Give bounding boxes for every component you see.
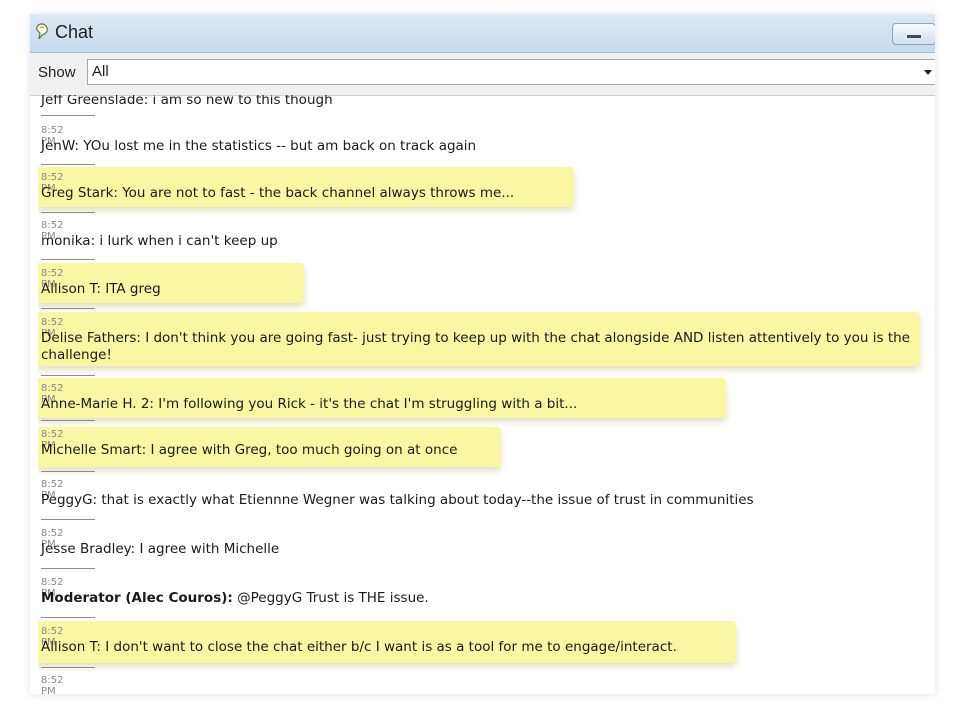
- message-separator: [41, 471, 95, 472]
- message-text: Michelle Smart: I agree with Greg, too m…: [41, 442, 458, 458]
- message-separator: [41, 420, 95, 421]
- message-separator: [41, 667, 95, 668]
- chat-bubble-icon: [36, 23, 48, 40]
- chevron-down-icon: [924, 70, 932, 75]
- minimize-button[interactable]: [892, 23, 935, 45]
- message-separator: [41, 259, 95, 260]
- message-separator: [41, 212, 95, 213]
- window-title: Chat: [55, 22, 94, 42]
- message-text: JenW: YOu lost me in the statistics -- b…: [41, 138, 477, 154]
- message-text: Jesse Bradley: I agree with Michelle: [41, 541, 280, 557]
- message-list[interactable]: Jeff Greenslade: i am so new to this tho…: [38, 95, 935, 694]
- message-text: Jeff Greenslade: i am so new to this tho…: [41, 95, 333, 108]
- message-text: Anne-Marie H. 2: I'm following you Rick …: [41, 396, 578, 412]
- message-text: Allison T: I don't want to close the cha…: [41, 639, 677, 655]
- show-filter-select[interactable]: All: [87, 59, 935, 85]
- message-text: PeggyG: that is exactly what Etiennne We…: [41, 492, 754, 508]
- message-separator: [41, 617, 95, 618]
- message-text: monika: i lurk when i can't keep up: [41, 233, 278, 249]
- message-separator: [41, 164, 95, 165]
- message-separator: [41, 375, 95, 376]
- show-filter-value: All: [92, 63, 109, 80]
- moderator-message: @PeggyG Trust is THE issue.: [232, 590, 429, 606]
- chat-window: Chat Show All Jeff Greenslade: i am so n…: [30, 14, 935, 694]
- message-text: Moderator (Alec Couros): @PeggyG Trust i…: [41, 590, 429, 607]
- message-text: Delise Fathers: I don't think you are go…: [41, 330, 910, 363]
- message-text: Allison T: ITA greg: [41, 281, 161, 297]
- message-timestamp: 8:52 PM: [41, 675, 64, 694]
- message-separator: [41, 115, 95, 116]
- message-separator: [41, 568, 95, 569]
- minimize-icon: [907, 35, 921, 38]
- message-separator: [41, 308, 95, 309]
- title-bar: Chat: [30, 14, 935, 53]
- message-text: Greg Stark: You are not to fast - the ba…: [41, 185, 515, 201]
- filter-bar: Show All: [30, 53, 935, 96]
- moderator-name: Moderator (Alec Couros):: [41, 590, 233, 606]
- show-label: Show: [38, 64, 76, 81]
- message-separator: [41, 519, 95, 520]
